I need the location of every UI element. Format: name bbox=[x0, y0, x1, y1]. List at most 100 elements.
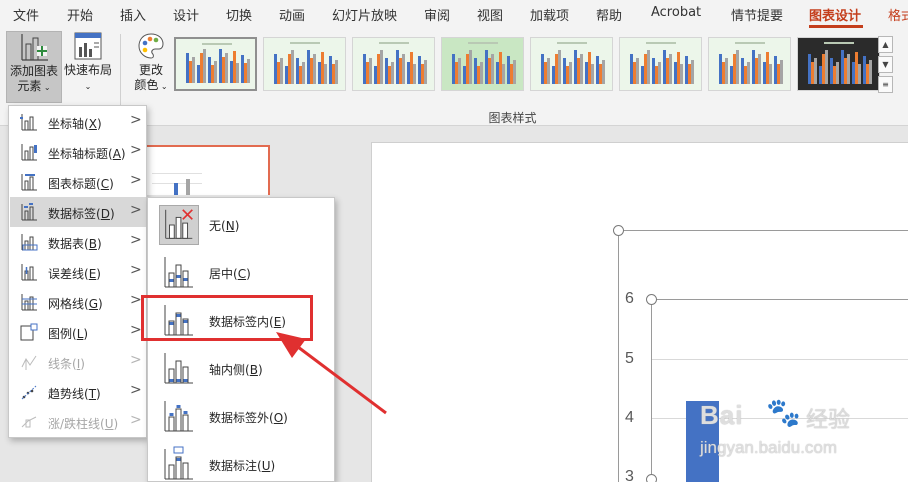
tab-file[interactable]: 文件 bbox=[13, 5, 39, 24]
chart-style-thumbnail[interactable] bbox=[530, 37, 613, 91]
thumbnail-bar bbox=[825, 50, 828, 84]
slide-thumbnail[interactable] bbox=[140, 145, 270, 195]
tab-slide-show[interactable]: 幻灯片放映 bbox=[332, 5, 397, 24]
tab-chart-design[interactable]: 图表设计 bbox=[809, 5, 861, 24]
thumbnail-bar bbox=[680, 64, 683, 84]
chart-style-thumbnail[interactable] bbox=[708, 37, 791, 91]
y-tick-label: 6 bbox=[625, 290, 634, 307]
thumbnail-bar bbox=[658, 62, 661, 84]
thumbnail-bar bbox=[647, 50, 650, 84]
highlight-box bbox=[141, 295, 313, 341]
menu-item-error-bars[interactable]: 误差线(E) > bbox=[10, 257, 146, 287]
menu-item-axes[interactable]: 坐标轴(X) > bbox=[10, 107, 146, 137]
chart-gridline bbox=[652, 359, 908, 360]
data-label-option-label: 轴内侧(B) bbox=[209, 363, 263, 377]
data-label-option-inside-base[interactable]: 轴内侧(B) bbox=[149, 343, 334, 391]
menu-item-chart-title[interactable]: 图表标题(C) > bbox=[10, 167, 146, 197]
thumbnail-title bbox=[468, 42, 498, 44]
data-label-option-data-callout[interactable]: 数据标注(U) bbox=[149, 439, 334, 482]
chart-style-thumbnail[interactable] bbox=[619, 37, 702, 91]
data-label-center-icon bbox=[164, 257, 193, 288]
thumbnail-bar bbox=[369, 58, 372, 84]
chart-style-thumbnail[interactable] bbox=[441, 37, 524, 91]
thumbnail-bar bbox=[469, 50, 472, 84]
data-label-option-center[interactable]: 居中(C) bbox=[149, 247, 334, 295]
plot-resize-handle[interactable] bbox=[646, 474, 657, 482]
thumbnail-bar bbox=[480, 62, 483, 84]
tab-add-ins[interactable]: 加载项 bbox=[530, 5, 569, 24]
menu-item-label: 数据标签(D) bbox=[48, 207, 115, 221]
thumbnail-bar bbox=[335, 60, 338, 84]
tab-acrobat[interactable]: Acrobat bbox=[651, 5, 701, 20]
menu-item-data-labels[interactable]: 数据标签(D) > bbox=[10, 197, 146, 227]
chart-resize-handle[interactable] bbox=[613, 225, 624, 236]
chart-style-thumbnail[interactable] bbox=[174, 37, 257, 91]
gallery-scroll-up-icon[interactable]: ▲ bbox=[878, 36, 893, 53]
thumbnail-bar bbox=[424, 60, 427, 84]
tab-animations[interactable]: 动画 bbox=[279, 5, 305, 24]
data-label-option-outside-end[interactable]: 数据标签外(O) bbox=[149, 391, 334, 439]
menu-item-axis-titles[interactable]: 坐标轴标题(A) > bbox=[10, 137, 146, 167]
thumbnail-bar bbox=[247, 59, 250, 83]
thumbnail-title bbox=[379, 42, 409, 44]
tab-insert[interactable]: 插入 bbox=[120, 5, 146, 24]
thumb-bar bbox=[186, 179, 190, 195]
data-label-outside-end-icon bbox=[164, 401, 193, 432]
tab-view[interactable]: 视图 bbox=[477, 5, 503, 24]
chevron-down-icon: ⌄ bbox=[84, 82, 92, 91]
chart-style-thumbnail[interactable] bbox=[263, 37, 346, 91]
thumbnail-bar bbox=[513, 60, 516, 84]
menu-item-label: 坐标轴(X) bbox=[48, 117, 102, 131]
gallery-scroll-down-icon[interactable]: ▼ bbox=[878, 56, 893, 73]
add-chart-element-label-1: 添加图表 bbox=[9, 64, 58, 78]
menu-item-legend[interactable]: 图例(L) > bbox=[10, 317, 146, 347]
thumbnail-bar bbox=[636, 58, 639, 84]
menu-item-label: 涨/跌柱线(U) bbox=[48, 417, 119, 431]
data-label-option-none[interactable]: 无(N) bbox=[149, 199, 334, 247]
chart-styles-gallery bbox=[174, 37, 880, 93]
thumbnail-bar bbox=[413, 64, 416, 84]
data-label-none-icon bbox=[159, 205, 199, 245]
thumbnail-bar bbox=[814, 58, 817, 84]
thumbnail-bar bbox=[869, 60, 872, 84]
thumbnail-bar bbox=[236, 63, 239, 83]
tab-help[interactable]: 帮助 bbox=[596, 5, 622, 24]
thumbnail-title bbox=[557, 42, 587, 44]
thumbnail-bar bbox=[847, 54, 850, 84]
thumbnail-bar bbox=[725, 58, 728, 84]
menu-item-gridlines[interactable]: 网格线(G) > bbox=[10, 287, 146, 317]
ribbon-separator bbox=[120, 34, 121, 110]
chevron-right-icon: > bbox=[130, 352, 142, 368]
change-colors-button[interactable]: 更改 颜色 ⌄ bbox=[128, 31, 174, 103]
thumbnail-bar bbox=[669, 54, 672, 84]
tab-transitions[interactable]: 切换 bbox=[226, 5, 252, 24]
menu-item-label: 坐标轴标题(A) bbox=[48, 147, 126, 161]
tab-design[interactable]: 设计 bbox=[173, 5, 199, 24]
data-labels-icon bbox=[21, 203, 37, 221]
data-label-option-label: 数据标注(U) bbox=[209, 459, 276, 473]
tab-review[interactable]: 审阅 bbox=[424, 5, 450, 24]
add-chart-element-button[interactable]: 添加图表 元素 ⌄ bbox=[6, 31, 62, 103]
gallery-more-icon[interactable]: ≡ bbox=[878, 76, 893, 93]
quick-layout-button[interactable]: 快速布局 ⌄ bbox=[62, 31, 114, 103]
chevron-right-icon: > bbox=[130, 412, 142, 428]
y-tick-label: 5 bbox=[625, 350, 634, 367]
chart-style-thumbnail[interactable] bbox=[797, 37, 880, 91]
chevron-right-icon: > bbox=[130, 382, 142, 398]
menu-item-data-table[interactable]: 数据表(B) > bbox=[10, 227, 146, 257]
axis-titles-icon bbox=[21, 144, 37, 161]
thumbnail-bar bbox=[547, 58, 550, 84]
plot-resize-handle[interactable] bbox=[646, 294, 657, 305]
chevron-right-icon: > bbox=[130, 292, 142, 308]
chevron-right-icon: > bbox=[130, 202, 142, 218]
menu-item-label: 趋势线(T) bbox=[48, 387, 101, 401]
chart-style-thumbnail[interactable] bbox=[352, 37, 435, 91]
thumbnail-bar bbox=[747, 62, 750, 84]
menu-item-trendline[interactable]: 趋势线(T) > bbox=[10, 377, 146, 407]
tab-home[interactable]: 开始 bbox=[67, 5, 93, 24]
tab-format[interactable]: 格式 bbox=[888, 5, 908, 24]
data-table-icon bbox=[21, 234, 38, 251]
tab-storyboarding[interactable]: 情节提要 bbox=[731, 5, 783, 24]
thumbnail-title bbox=[646, 42, 676, 44]
gridlines-icon bbox=[21, 294, 37, 311]
